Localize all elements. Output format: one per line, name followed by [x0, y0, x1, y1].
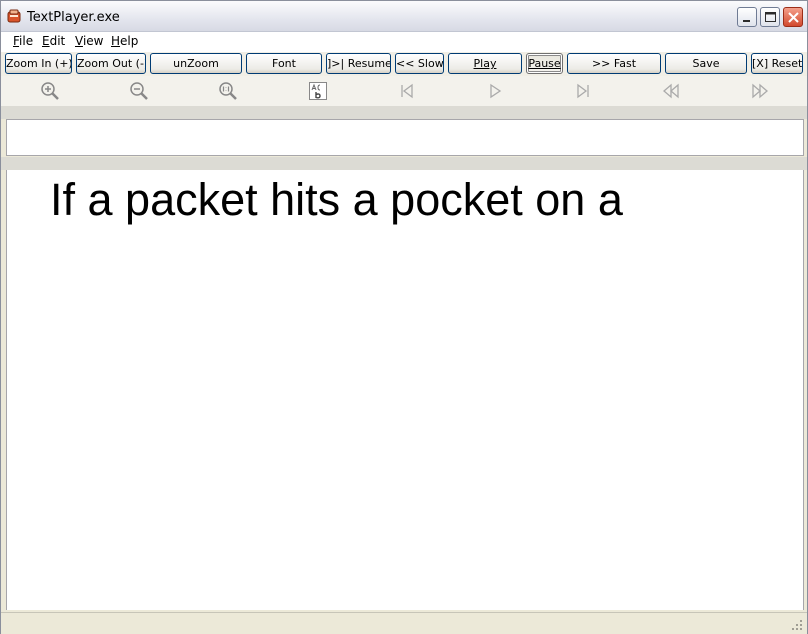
fast-button[interactable]: >> Fast — [567, 53, 661, 74]
close-button[interactable] — [783, 7, 803, 27]
font-icon[interactable] — [308, 81, 328, 101]
zoom-in-icon[interactable] — [40, 81, 60, 101]
title-bar[interactable]: TextPlayer.exe — [1, 1, 807, 32]
menu-file[interactable]: File — [11, 34, 35, 48]
display-text: If a packet hits a pocket on a — [50, 174, 623, 225]
menu-file-label: ile — [19, 34, 34, 48]
menu-view-hotkey: V — [75, 34, 83, 48]
reset-button[interactable]: [X] Reset — [751, 53, 803, 74]
skip-end-icon[interactable] — [573, 81, 593, 101]
rewind-icon[interactable] — [661, 81, 681, 101]
minimize-button[interactable] — [737, 7, 757, 27]
text-display-area: If a packet hits a pocket on a — [6, 170, 804, 610]
zoom-out-icon[interactable] — [129, 81, 149, 101]
middle-separator-band — [1, 157, 807, 170]
menu-edit-label: dit — [49, 34, 66, 48]
menu-view[interactable]: View — [73, 34, 105, 48]
resize-grip-icon[interactable] — [791, 619, 803, 631]
zoom-in-button[interactable]: Zoom In (+) — [5, 53, 72, 74]
menu-help[interactable]: Help — [109, 34, 140, 48]
pause-button[interactable]: Pause — [526, 53, 563, 74]
menu-edit[interactable]: Edit — [40, 34, 67, 48]
status-bar — [1, 612, 807, 634]
zoom-reset-icon[interactable] — [218, 81, 238, 101]
skip-start-icon[interactable] — [397, 81, 417, 101]
play-icon[interactable] — [485, 81, 505, 101]
textplayer-app-icon — [7, 9, 21, 23]
text-input-field[interactable] — [6, 119, 804, 156]
top-separator-band — [1, 106, 807, 119]
minimize-icon — [743, 20, 750, 22]
play-button[interactable]: Play — [448, 53, 522, 74]
save-button[interactable]: Save — [665, 53, 747, 74]
zoom-out-button[interactable]: Zoom Out (-) — [76, 53, 146, 74]
resume-button[interactable]: ]>| Resume — [326, 53, 391, 74]
slow-button[interactable]: << Slow — [395, 53, 444, 74]
unzoom-button[interactable]: unZoom — [150, 53, 242, 74]
menu-help-hotkey: H — [111, 34, 121, 48]
fast-forward-icon[interactable] — [750, 81, 770, 101]
button-toolbar: Zoom In (+) Zoom Out (-) unZoom Font ]>|… — [1, 52, 807, 76]
font-button[interactable]: Font — [246, 53, 322, 74]
menu-bar: File Edit View Help — [1, 32, 807, 53]
menu-edit-hotkey: E — [42, 34, 50, 48]
icon-toolbar — [1, 76, 807, 106]
menu-view-label: iew — [82, 34, 104, 48]
window-title: TextPlayer.exe — [27, 10, 120, 25]
maximize-icon — [765, 12, 776, 22]
app-window: TextPlayer.exe File Edit View Help Zoom … — [0, 0, 808, 634]
menu-help-label: elp — [120, 34, 139, 48]
maximize-button[interactable] — [760, 7, 780, 27]
close-icon — [788, 12, 799, 23]
